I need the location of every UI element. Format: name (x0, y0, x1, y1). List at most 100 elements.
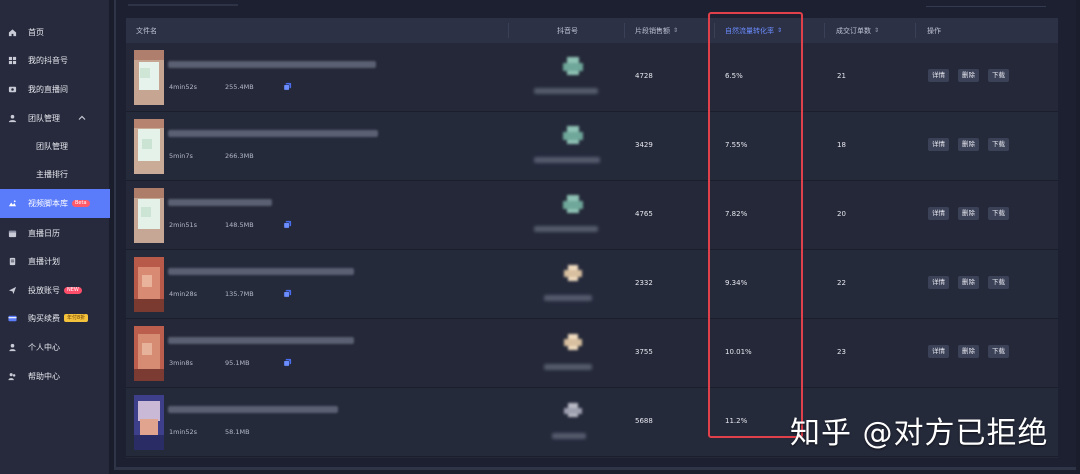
video-duration: 4min52s (169, 83, 198, 91)
video-thumbnail[interactable] (134, 188, 164, 243)
sidebar-item-label: 个人中心 (28, 342, 60, 352)
sales-value: 4728 (635, 72, 653, 80)
orders-value: 21 (837, 72, 846, 80)
sidebar-item-label: 视频脚本库 (28, 199, 68, 208)
account-name-blurred (544, 364, 592, 370)
detail-button[interactable]: 详情 (928, 138, 949, 151)
watermark-text: 知乎 @对方已拒绝 (790, 416, 1049, 451)
delete-button[interactable]: 删除 (958, 345, 979, 358)
sort-icon[interactable]: ⇕ (673, 27, 678, 34)
sidebar-item-team-management[interactable]: 团队管理 (0, 104, 110, 132)
sidebar-subitem-anchor-ranking[interactable]: 主播排行 (0, 160, 110, 188)
sidebar-item-label: 购买续费 (28, 313, 60, 323)
sidebar-subitem-team-management[interactable]: 团队管理 (0, 132, 110, 160)
table-header: 文件名 抖音号 片段销售额 ⇕ 自然流量转化率 ⇕ 成交订单数 ⇕ 操作 (126, 18, 1058, 43)
video-thumbnail[interactable] (134, 326, 164, 381)
account-name-blurred (534, 88, 598, 94)
sidebar-item-purchase-renew[interactable]: 购买续费 年付8折 (0, 304, 110, 332)
sidebar-item-video-script-library[interactable]: 视频脚本库 Beta (0, 189, 110, 218)
file-name-blurred[interactable] (168, 130, 378, 137)
divider (128, 4, 238, 6)
file-name-blurred[interactable] (168, 406, 338, 413)
header-sales[interactable]: 片段销售额 ⇕ (635, 18, 678, 43)
sidebar-item-label: 我的直播间 (28, 84, 68, 94)
header-file-name: 文件名 (136, 26, 157, 35)
detail-button[interactable]: 详情 (928, 276, 949, 289)
detail-button[interactable]: 详情 (928, 345, 949, 358)
video-thumbnail[interactable] (134, 257, 164, 312)
detail-button[interactable]: 详情 (928, 207, 949, 220)
sidebar-item-label: 帮助中心 (28, 371, 60, 381)
table-row: 3min8s 95.1MB 3755 10.01% 23 详情 删除 下载 (126, 319, 1058, 388)
file-name-blurred[interactable] (168, 268, 354, 275)
account-avatar (561, 400, 585, 424)
download-button[interactable]: 下载 (988, 345, 1009, 358)
table-row: 5min7s 266.3MB 3429 7.55% 18 详情 删除 下载 (126, 112, 1058, 181)
sidebar-item-label: 直播计划 (28, 256, 60, 266)
download-button[interactable]: 下载 (988, 207, 1009, 220)
copy-icon[interactable] (283, 220, 292, 229)
sidebar-item-label: 直播日历 (28, 228, 60, 238)
video-thumbnail[interactable] (134, 50, 164, 105)
video-script-icon (6, 198, 18, 210)
account-name-blurred (544, 295, 592, 301)
file-name-blurred[interactable] (168, 61, 376, 68)
sidebar-item-home[interactable]: 首页 (0, 18, 110, 46)
account-name-blurred (552, 433, 586, 439)
sidebar-item-my-live-room[interactable]: 我的直播间 (0, 75, 110, 103)
account-avatar (561, 262, 585, 286)
file-name-blurred[interactable] (168, 199, 272, 206)
sidebar-item-personal-center[interactable]: 个人中心 (0, 333, 110, 361)
sidebar-item-my-douyin[interactable]: 我的抖音号 (0, 46, 110, 74)
sidebar-item-live-calendar[interactable]: 直播日历 (0, 219, 110, 247)
file-size: 255.4MB (225, 83, 254, 91)
user-icon (6, 341, 18, 353)
download-button[interactable]: 下载 (988, 69, 1009, 82)
copy-icon[interactable] (283, 358, 292, 367)
video-duration: 2min51s (169, 221, 198, 229)
sales-value: 3755 (635, 348, 653, 356)
account-name-blurred (534, 157, 600, 163)
copy-icon[interactable] (283, 289, 292, 298)
delete-button[interactable]: 删除 (958, 69, 979, 82)
video-duration: 3min8s (169, 359, 193, 367)
sort-icon[interactable]: ⇕ (874, 27, 879, 34)
help-icon (6, 370, 18, 382)
header-orders[interactable]: 成交订单数 ⇕ (836, 18, 879, 43)
file-size: 148.5MB (225, 221, 254, 229)
sidebar-item-label: 首页 (28, 27, 44, 37)
delete-button[interactable]: 删除 (958, 138, 979, 151)
account-avatar (561, 193, 585, 217)
sidebar-item-live-plan[interactable]: 直播计划 (0, 247, 110, 275)
column-separator (624, 23, 625, 38)
video-thumbnail[interactable] (134, 395, 164, 450)
download-button[interactable]: 下载 (988, 138, 1009, 151)
file-name-blurred[interactable] (168, 337, 354, 344)
main-content: 文件名 抖音号 片段销售额 ⇕ 自然流量转化率 ⇕ 成交订单数 ⇕ 操作 4min52… (114, 0, 1076, 470)
table-row: 4min52s 255.4MB 4728 6.5% 21 详情 删除 下载 (126, 43, 1058, 112)
account-avatar (561, 124, 585, 148)
plan-icon (6, 255, 18, 267)
column-separator (915, 23, 916, 38)
sales-value: 2332 (635, 279, 653, 287)
team-icon (6, 112, 18, 124)
copy-icon[interactable] (283, 82, 292, 91)
sidebar-item-label: 团队管理 (36, 141, 68, 151)
sidebar-item-help-center[interactable]: 帮助中心 (0, 362, 110, 390)
table-row: 4min28s 135.7MB 2332 9.34% 22 详情 删除 下载 (126, 250, 1058, 319)
orders-value: 18 (837, 141, 846, 149)
account-name-blurred (534, 226, 598, 232)
card-icon (6, 312, 18, 324)
column-separator (508, 23, 509, 38)
home-icon (6, 26, 18, 38)
video-duration: 4min28s (169, 290, 198, 298)
sidebar-item-ad-accounts[interactable]: 投放账号 NEW (0, 276, 110, 304)
download-button[interactable]: 下载 (988, 276, 1009, 289)
detail-button[interactable]: 详情 (928, 69, 949, 82)
promo-badge: 年付8折 (64, 314, 89, 322)
delete-button[interactable]: 删除 (958, 207, 979, 220)
delete-button[interactable]: 删除 (958, 276, 979, 289)
account-avatar (561, 55, 585, 79)
file-size: 266.3MB (225, 152, 254, 160)
video-thumbnail[interactable] (134, 119, 164, 174)
